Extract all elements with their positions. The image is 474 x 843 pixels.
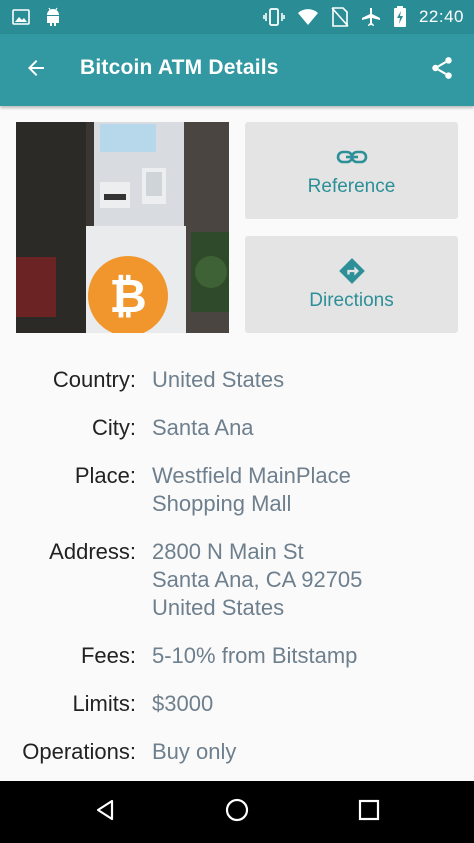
detail-value: 5-10% from Bitstamp — [152, 643, 358, 668]
page-title: Bitcoin ATM Details — [80, 56, 279, 79]
battery-charging-icon — [393, 6, 407, 28]
vibrate-icon — [263, 8, 285, 26]
detail-label: Limits: — [72, 691, 136, 716]
bitcoin-atm-photo: ₿ — [16, 122, 229, 333]
detail-label: Fees: — [80, 643, 136, 668]
reference-button[interactable]: Reference — [245, 122, 458, 219]
directions-icon — [338, 257, 366, 284]
image-icon — [12, 9, 30, 25]
atm-photo[interactable]: ₿ — [16, 122, 229, 333]
detail-row-place: Place: Westfield MainPlace Shopping Mall — [0, 462, 474, 518]
detail-row-operations: Operations: Buy only — [0, 738, 474, 766]
arrow-back-icon — [24, 56, 48, 84]
detail-value: Santa Ana — [152, 415, 254, 440]
svg-text:₿: ₿ — [109, 269, 147, 323]
detail-label: Country: — [52, 367, 136, 392]
reference-label: Reference — [307, 175, 396, 197]
directions-button[interactable]: Directions — [245, 236, 458, 333]
android-icon — [44, 7, 62, 27]
status-bar: 22:40 — [0, 0, 474, 34]
detail-value: 2800 N Main St Santa Ana, CA 92705 Unite… — [152, 539, 363, 620]
system-nav-bar — [0, 781, 474, 843]
clock-time: 22:40 — [418, 7, 464, 26]
detail-row-country: Country: United States — [0, 366, 474, 394]
detail-label: Address: — [49, 539, 136, 564]
detail-row-fees: Fees: 5-10% from Bitstamp — [0, 642, 474, 670]
detail-value: $3000 — [152, 691, 214, 716]
nav-home-button[interactable] — [220, 795, 254, 829]
nav-back-button[interactable] — [88, 795, 122, 829]
detail-label: Place: — [74, 463, 136, 488]
detail-label: City: — [92, 415, 136, 440]
square-recents-icon — [358, 799, 380, 825]
detail-row-city: City: Santa Ana — [0, 414, 474, 442]
back-button[interactable] — [20, 54, 52, 86]
airplane-icon — [361, 7, 381, 27]
detail-row-limits: Limits: $3000 — [0, 690, 474, 718]
detail-row-address: Address: 2800 N Main St Santa Ana, CA 92… — [0, 538, 474, 622]
directions-label: Directions — [309, 289, 394, 311]
detail-value: Westfield MainPlace Shopping Mall — [152, 463, 351, 516]
wifi-icon — [297, 8, 319, 26]
detail-value: United States — [152, 367, 285, 392]
atm-details: Country: United States City: Santa Ana P… — [0, 366, 474, 786]
circle-home-icon — [224, 797, 250, 827]
triangle-back-icon — [93, 798, 117, 826]
no-sim-icon — [331, 7, 349, 27]
share-button[interactable] — [426, 54, 458, 86]
nav-recents-button[interactable] — [352, 795, 386, 829]
app-bar: Bitcoin ATM Details — [0, 34, 474, 106]
detail-value: Buy only — [152, 739, 237, 764]
share-icon — [429, 55, 455, 85]
link-icon — [336, 144, 368, 170]
detail-label: Operations: — [22, 739, 136, 764]
